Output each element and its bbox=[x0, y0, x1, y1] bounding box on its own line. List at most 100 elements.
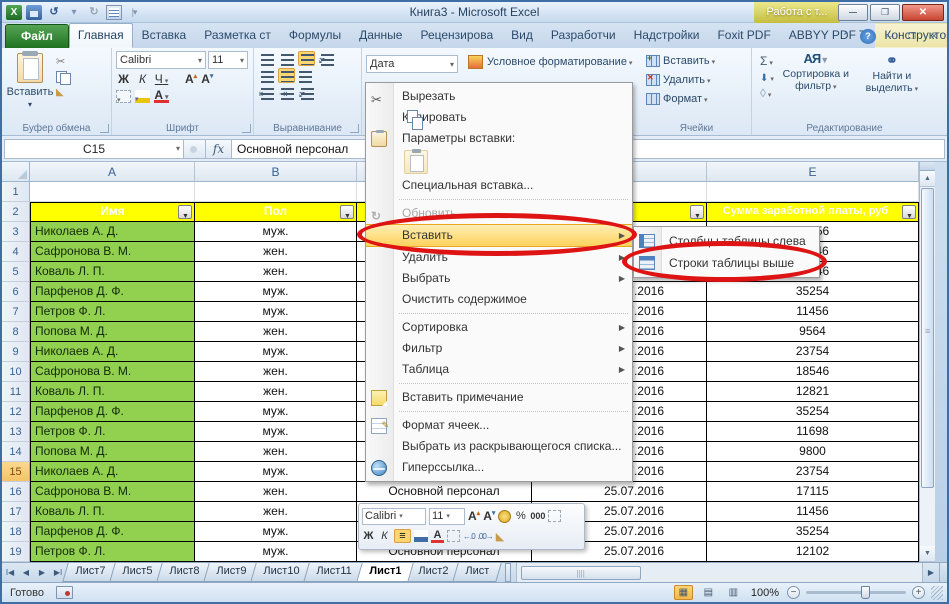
workbook-close-icon[interactable] bbox=[926, 29, 942, 44]
row-header-9[interactable]: 9 bbox=[2, 342, 30, 362]
row-header-15[interactable]: 15 bbox=[2, 462, 30, 482]
cell-sex[interactable]: муж. bbox=[195, 342, 357, 362]
mini-thousands-icon[interactable]: 000 bbox=[530, 511, 545, 521]
decrease-font-icon[interactable]: A bbox=[201, 72, 213, 86]
workbook-restore-icon[interactable] bbox=[904, 29, 920, 44]
format-painter-icon[interactable] bbox=[56, 86, 70, 98]
filter-icon-date[interactable] bbox=[690, 205, 704, 219]
zoom-slider[interactable] bbox=[806, 591, 906, 594]
wrap-text-icon[interactable] bbox=[298, 85, 315, 100]
paste-button[interactable]: Вставить bbox=[6, 51, 54, 110]
cell-name[interactable]: Парфенов Д. Ф. bbox=[30, 402, 195, 422]
cut-icon[interactable] bbox=[56, 55, 70, 68]
insert-cells-button[interactable]: Вставить bbox=[646, 51, 747, 70]
row-header-11[interactable]: 11 bbox=[2, 382, 30, 402]
cell-salary[interactable]: 9564 bbox=[707, 322, 919, 342]
increase-font-icon[interactable]: A bbox=[185, 72, 197, 86]
paste-option-icon[interactable] bbox=[404, 150, 428, 174]
row-header-18[interactable]: 18 bbox=[2, 522, 30, 542]
cell-sex[interactable]: муж. bbox=[195, 542, 357, 562]
cell-name[interactable]: Сафронова В. М. bbox=[30, 242, 195, 262]
row-header-17[interactable]: 17 bbox=[2, 502, 30, 522]
tab-file[interactable]: Файл bbox=[5, 24, 69, 48]
font-size-select[interactable]: 11 bbox=[208, 51, 248, 69]
menu-item-параметры-вставки-[interactable]: Параметры вставки: bbox=[366, 128, 632, 149]
resize-grip[interactable] bbox=[931, 586, 943, 600]
cell-salary[interactable]: 17115 bbox=[707, 482, 919, 502]
tab-Разработчи[interactable]: Разработчи bbox=[542, 23, 625, 48]
vertical-split-handle[interactable] bbox=[920, 162, 935, 171]
cell-name[interactable]: Петров Ф. Л. bbox=[30, 422, 195, 442]
vertical-scroll-thumb[interactable] bbox=[921, 188, 934, 488]
menu-item-вставить-примечание[interactable]: Вставить примечание bbox=[366, 387, 632, 408]
cell-name[interactable]: Сафронова В. М. bbox=[30, 362, 195, 382]
cell-salary[interactable]: 23754 bbox=[707, 462, 919, 482]
sheet-tab-Лист11[interactable]: Лист11 bbox=[304, 563, 365, 582]
mini-fill-color-icon[interactable] bbox=[414, 530, 428, 542]
cell-sex[interactable]: муж. bbox=[195, 462, 357, 482]
menu-item-вставить[interactable]: Вставить▶ bbox=[366, 224, 632, 247]
number-format-select[interactable]: Дата bbox=[366, 55, 458, 73]
cell-sex[interactable]: муж. bbox=[195, 222, 357, 242]
cell-sex[interactable]: жен. bbox=[195, 442, 357, 462]
sheet-tab-Лист[interactable]: Лист bbox=[452, 563, 501, 582]
zoom-out-icon[interactable]: − bbox=[787, 586, 800, 599]
tab-Вид[interactable]: Вид bbox=[502, 23, 542, 48]
mini-accounting-icon[interactable] bbox=[498, 510, 511, 523]
insert-function-icon[interactable]: fx bbox=[206, 139, 232, 159]
filter-icon-salary[interactable] bbox=[902, 205, 916, 219]
restore-button[interactable] bbox=[870, 4, 900, 21]
mini-borders-icon[interactable] bbox=[447, 530, 460, 542]
italic-button[interactable]: К bbox=[135, 72, 150, 86]
align-center-icon[interactable] bbox=[278, 68, 295, 83]
cell-name[interactable]: Николаев А. Д. bbox=[30, 342, 195, 362]
menu-item-очистить-содержимое[interactable]: Очистить содержимое bbox=[366, 289, 632, 310]
mini-decrease-decimal-icon[interactable]: .00→ bbox=[478, 532, 493, 541]
tab-Вставка[interactable]: Вставка bbox=[133, 23, 196, 48]
cell-name[interactable]: Петров Ф. Л. bbox=[30, 302, 195, 322]
minimize-button[interactable] bbox=[838, 4, 868, 21]
align-bottom-icon[interactable] bbox=[298, 51, 315, 66]
menu-item-выбрать-из-раскрывающегося-списка-[interactable]: Выбрать из раскрывающегося списка... bbox=[366, 436, 632, 457]
mini-format-painter-icon[interactable] bbox=[496, 530, 504, 543]
cell-sex[interactable]: муж. bbox=[195, 522, 357, 542]
mini-center-button[interactable] bbox=[394, 529, 411, 543]
menu-item-копировать[interactable]: Копировать bbox=[366, 107, 632, 128]
first-sheet-icon[interactable] bbox=[2, 563, 18, 582]
cell-salary[interactable]: 11698 bbox=[707, 422, 919, 442]
menu-item-формат-ячеек-[interactable]: Формат ячеек... bbox=[366, 415, 632, 436]
row-header-14[interactable]: 14 bbox=[2, 442, 30, 462]
save-icon[interactable] bbox=[26, 5, 42, 20]
alignment-dialog-launcher-icon[interactable] bbox=[350, 124, 359, 133]
row-header-1[interactable]: 1 bbox=[2, 182, 30, 202]
row-header-7[interactable]: 7 bbox=[2, 302, 30, 322]
row-header-8[interactable]: 8 bbox=[2, 322, 30, 342]
menu-item-гиперссылка-[interactable]: Гиперссылка... bbox=[366, 457, 632, 478]
excel-logo-icon[interactable] bbox=[6, 5, 22, 20]
cell-E1[interactable] bbox=[707, 182, 919, 202]
view-page-layout-icon[interactable] bbox=[699, 585, 718, 600]
formula-cancel-enter[interactable] bbox=[184, 139, 206, 159]
view-page-break-icon[interactable] bbox=[724, 585, 743, 600]
row-header-12[interactable]: 12 bbox=[2, 402, 30, 422]
cell-date[interactable]: 25.07.2016 bbox=[532, 482, 707, 502]
mini-merge-icon[interactable] bbox=[548, 510, 561, 522]
cell-name[interactable]: Парфенов Д. Ф. bbox=[30, 282, 195, 302]
help-icon[interactable] bbox=[860, 29, 876, 44]
align-left-icon[interactable] bbox=[258, 68, 275, 83]
cell-name[interactable]: Попова М. Д. bbox=[30, 442, 195, 462]
align-right-icon[interactable] bbox=[298, 68, 315, 83]
font-name-select[interactable]: Calibri bbox=[116, 51, 206, 69]
cell-salary[interactable]: 18546 bbox=[707, 362, 919, 382]
cell-salary[interactable]: 11456 bbox=[707, 302, 919, 322]
cell-sex[interactable]: муж. bbox=[195, 402, 357, 422]
cell-salary[interactable]: 35254 bbox=[707, 402, 919, 422]
cell-name[interactable]: Коваль Л. П. bbox=[30, 502, 195, 522]
name-box[interactable]: C15▾ bbox=[4, 139, 184, 159]
mini-percent-icon[interactable]: % bbox=[514, 510, 527, 522]
align-middle-icon[interactable] bbox=[278, 51, 295, 66]
find-select-button[interactable]: Найти и выделить bbox=[854, 51, 930, 103]
cell-position[interactable]: Основной персонал bbox=[357, 482, 532, 502]
delete-cells-button[interactable]: Удалить bbox=[646, 70, 747, 89]
clear-icon[interactable] bbox=[760, 86, 774, 100]
